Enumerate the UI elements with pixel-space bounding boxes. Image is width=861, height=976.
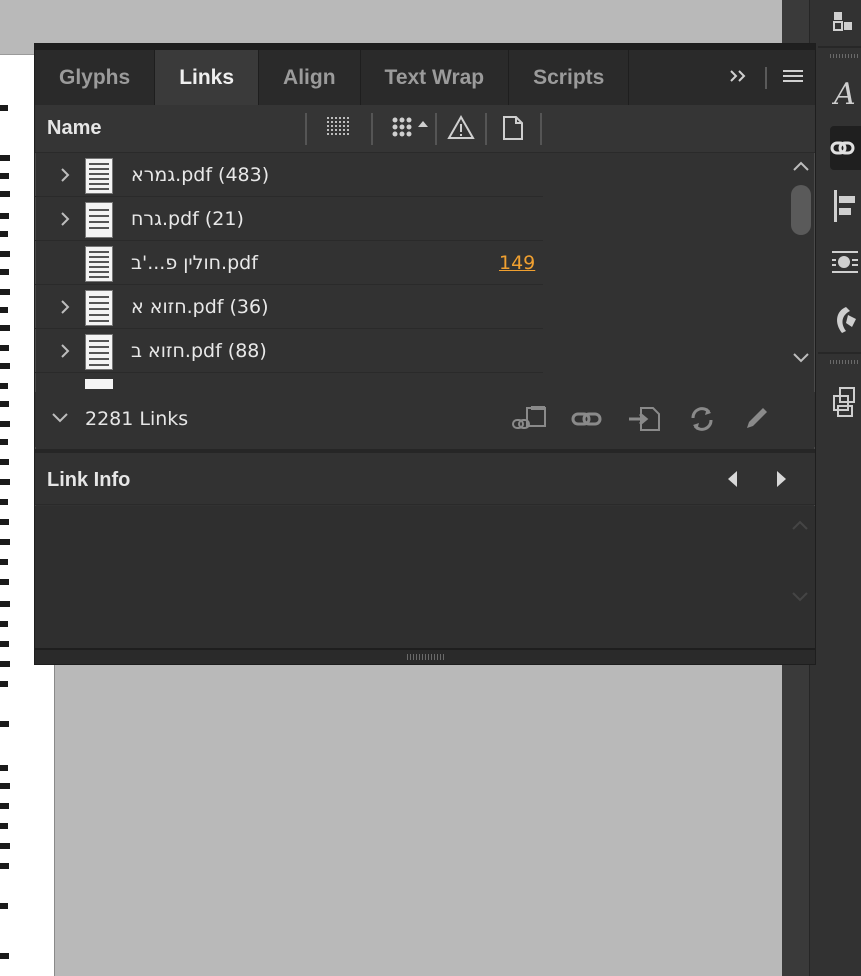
update-link-icon[interactable] <box>687 404 717 438</box>
pdf-thumbnail <box>85 290 113 326</box>
page-number-link[interactable]: 149 <box>499 252 535 274</box>
panel-icon[interactable] <box>832 0 861 44</box>
tab-links[interactable]: Links <box>155 50 260 105</box>
list-item[interactable]: חזוא א.pdf (36) <box>35 285 543 329</box>
edit-original-icon[interactable] <box>743 404 771 438</box>
panel-resize-bar[interactable] <box>35 648 815 664</box>
column-header: Name <box>35 105 815 153</box>
pdf-thumbnail <box>85 202 113 238</box>
canvas-strip <box>0 0 35 55</box>
panel-menu-icon[interactable] <box>783 68 803 88</box>
chevron-right-icon[interactable] <box>57 166 73 184</box>
page-icon[interactable] <box>501 115 525 145</box>
link-name: חזוא א.pdf (36) <box>131 296 269 318</box>
links-icon[interactable] <box>830 126 861 170</box>
dock-grip-2[interactable] <box>830 360 860 364</box>
links-panel: Glyphs Links Align Text Wrap Scripts Nam… <box>34 43 816 665</box>
chevron-right-icon[interactable] <box>57 342 73 360</box>
link-name: חזוא ב.pdf (88) <box>131 340 267 362</box>
chevron-right-icon[interactable] <box>57 298 73 316</box>
link-name: חולין פ...'ב.pdf <box>131 252 258 274</box>
warning-icon[interactable] <box>447 114 475 145</box>
resize-grip[interactable] <box>407 654 445 660</box>
tab-divider <box>765 66 767 89</box>
dock-grip[interactable] <box>830 54 860 58</box>
pdf-thumbnail <box>85 246 113 282</box>
pdf-thumbnail <box>85 334 113 370</box>
pdf-thumbnail <box>85 158 113 194</box>
relink-icon[interactable] <box>571 404 603 438</box>
link-info-header: Link Info <box>35 453 815 505</box>
chevron-up-icon <box>791 516 809 535</box>
sort-grid-icon[interactable] <box>391 115 437 145</box>
chevron-up-icon[interactable] <box>792 157 810 176</box>
link-info-title[interactable]: Link Info <box>47 469 130 492</box>
pdf-thumbnail-partial <box>85 379 113 389</box>
chevron-right-icon[interactable] <box>57 210 73 228</box>
previous-icon[interactable] <box>725 469 741 493</box>
align-icon[interactable] <box>832 184 861 228</box>
links-list: גמרא.pdf (483) גרח.pdf (21) חולין פ...'ב… <box>35 153 543 389</box>
scrollbar-thumb[interactable] <box>791 185 811 235</box>
chevron-down-icon <box>791 588 809 607</box>
scripts-icon[interactable] <box>832 298 861 342</box>
go-to-link-icon[interactable] <box>627 404 661 438</box>
links-summary-bar: 2281 Links <box>35 392 815 447</box>
link-name: גרח.pdf (21) <box>131 208 244 230</box>
link-info-body <box>35 506 815 648</box>
sort-ascending-icon <box>418 121 428 127</box>
text-wrap-icon[interactable] <box>832 240 861 284</box>
list-item[interactable]: חזוא ב.pdf (88) <box>35 329 543 373</box>
tab-align[interactable]: Align <box>259 50 361 105</box>
links-count: 2281 Links <box>85 408 189 430</box>
filter-grid-icon[interactable] <box>325 115 351 145</box>
tab-text-wrap[interactable]: Text Wrap <box>361 50 510 105</box>
list-item[interactable]: גרח.pdf (21) <box>35 197 543 241</box>
collapse-panel-icon[interactable] <box>729 68 749 88</box>
panel-tabs: Glyphs Links Align Text Wrap Scripts <box>35 50 815 105</box>
character-styles-icon[interactable]: A <box>832 72 861 116</box>
tool-dock: A <box>809 0 861 976</box>
link-name: גמרא.pdf (483) <box>131 164 270 186</box>
chevron-down-icon[interactable] <box>792 349 810 368</box>
svg-text:A: A <box>832 78 856 110</box>
name-column-label[interactable]: Name <box>47 117 101 140</box>
chevron-down-icon[interactable] <box>51 410 69 429</box>
tab-glyphs[interactable]: Glyphs <box>35 50 156 105</box>
list-item[interactable]: חולין פ...'ב.pdf 149 <box>35 241 543 285</box>
pages-icon[interactable] <box>832 380 861 424</box>
list-item[interactable]: גמרא.pdf (483) <box>35 153 543 197</box>
relink-from-folder-icon[interactable] <box>511 404 549 438</box>
next-icon[interactable] <box>773 469 789 493</box>
tab-scripts[interactable]: Scripts <box>509 50 630 105</box>
list-scrollbar[interactable] <box>788 153 814 389</box>
